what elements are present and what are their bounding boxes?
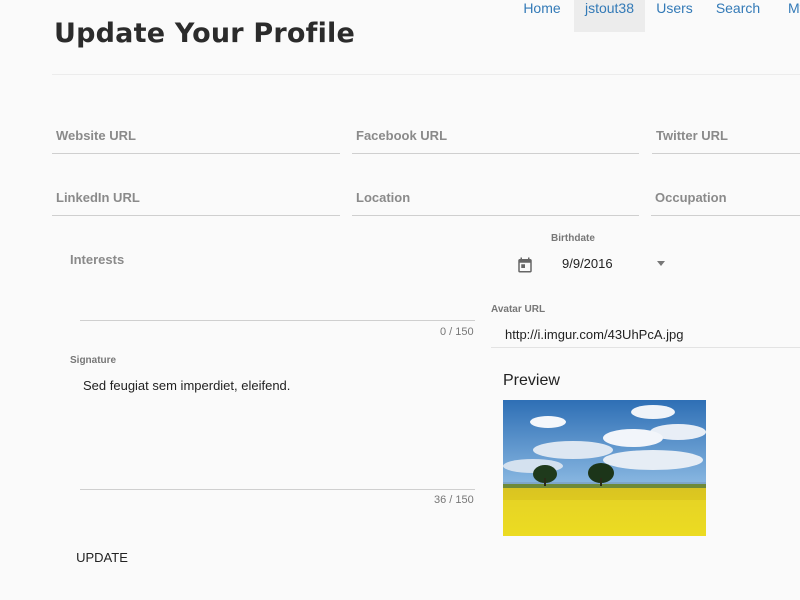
linkedin-url-underline [52,215,340,216]
avatar-url-label: Avatar URL [491,304,546,315]
nav-search[interactable]: Search [712,0,764,32]
birthdate-value[interactable]: 9/9/2016 [562,256,613,271]
preview-heading: Preview [503,372,560,389]
twitter-url-field[interactable]: Twitter URL [652,126,800,154]
occupation-label: Occupation [655,190,727,205]
location-label: Location [356,190,411,205]
calendar-icon[interactable] [516,256,534,274]
nav-user[interactable]: jstout38 [574,0,645,32]
signature-counter: 36 / 150 [434,494,474,506]
signature-underline [80,489,475,490]
interests-counter: 0 / 150 [440,326,474,338]
landscape-image [503,400,706,536]
nav-home[interactable]: Home [513,0,571,32]
facebook-url-underline [352,153,639,154]
facebook-url-label: Facebook URL [356,128,448,143]
signature-textarea[interactable]: Sed feugiat sem imperdiet, eleifend. [80,370,475,490]
nav-users[interactable]: Users [652,0,697,32]
birthdate-label: Birthdate [551,233,595,244]
website-url-underline [52,153,340,154]
occupation-field[interactable]: Occupation [651,188,800,216]
signature-label: Signature [70,355,117,366]
avatar-url-value: http://i.imgur.com/43UhPcA.jpg [505,327,684,342]
interests-textarea[interactable] [80,262,475,321]
facebook-url-field[interactable]: Facebook URL [352,126,639,154]
page-title: Update Your Profile [54,18,355,49]
avatar-url-underline [491,347,800,348]
header-divider [52,74,800,75]
website-url-label: Website URL [56,128,136,143]
website-url-field[interactable]: Website URL [52,126,340,154]
linkedin-url-field[interactable]: LinkedIn URL [52,188,340,216]
twitter-url-underline [652,153,800,154]
location-underline [352,215,639,216]
update-button[interactable]: UPDATE [66,546,138,568]
twitter-url-label: Twitter URL [656,128,728,143]
linkedin-url-label: LinkedIn URL [56,190,140,205]
avatar-preview-image [503,400,706,536]
chevron-down-icon[interactable] [657,261,665,266]
occupation-underline [651,215,800,216]
nav-my[interactable]: My [780,0,800,32]
signature-value: Sed feugiat sem imperdiet, eleifend. [83,378,291,393]
location-field[interactable]: Location [352,188,639,216]
interests-underline [80,320,475,321]
avatar-url-field[interactable]: http://i.imgur.com/43UhPcA.jpg [491,318,800,348]
